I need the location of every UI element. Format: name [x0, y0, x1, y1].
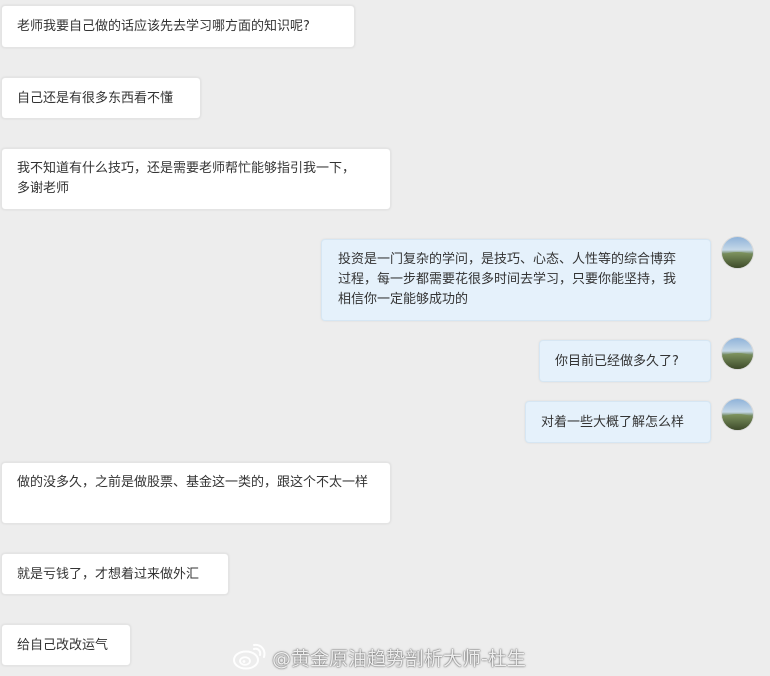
avatar-landscape	[722, 352, 753, 369]
message-text: 投资是一门复杂的学问，是技巧、心态、人性等的综合博弈过程，每一步都需要花很多时间…	[338, 252, 677, 307]
user-avatar[interactable]	[722, 399, 753, 430]
message-incoming[interactable]: 给自己改改运气	[1, 624, 131, 666]
message-text: 我不知道有什么技巧，还是需要老师帮忙能够指引我一下，多谢老师	[17, 161, 356, 196]
message-text: 给自己改改运气	[17, 638, 109, 653]
message-text: 自己还是有很多东西看不懂	[17, 91, 174, 106]
avatar-landscape	[722, 251, 753, 268]
message-text: 你目前已经做多久了?	[555, 354, 679, 369]
message-text: 对着一些大概了解怎么样	[541, 415, 685, 430]
message-outgoing[interactable]: 对着一些大概了解怎么样	[525, 401, 711, 443]
watermark: @黄金原油趋势剖析大师-杜生	[232, 642, 526, 672]
chat-window: 老师我要自己做的话应该先去学习哪方面的知识呢? 自己还是有很多东西看不懂 我不知…	[0, 0, 770, 676]
message-incoming[interactable]: 做的没多久，之前是做股票、基金这一类的，跟这个不太一样	[1, 462, 391, 524]
message-text: 做的没多久，之前是做股票、基金这一类的，跟这个不太一样	[17, 475, 369, 490]
weibo-icon	[233, 643, 266, 670]
message-outgoing[interactable]: 你目前已经做多久了?	[539, 340, 711, 382]
avatar-landscape	[722, 413, 753, 430]
message-incoming[interactable]: 就是亏钱了，才想着过来做外汇	[1, 553, 229, 595]
watermark-text: @黄金原油趋势剖析大师-杜生	[272, 647, 526, 670]
message-incoming[interactable]: 自己还是有很多东西看不懂	[1, 77, 201, 119]
user-avatar[interactable]	[722, 237, 753, 268]
message-text: 老师我要自己做的话应该先去学习哪方面的知识呢?	[17, 19, 310, 34]
user-avatar[interactable]	[722, 338, 753, 369]
message-incoming[interactable]: 我不知道有什么技巧，还是需要老师帮忙能够指引我一下，多谢老师	[1, 148, 391, 210]
message-text: 就是亏钱了，才想着过来做外汇	[17, 567, 200, 582]
message-outgoing[interactable]: 投资是一门复杂的学问，是技巧、心态、人性等的综合博弈过程，每一步都需要花很多时间…	[321, 239, 711, 321]
message-incoming[interactable]: 老师我要自己做的话应该先去学习哪方面的知识呢?	[1, 5, 355, 48]
